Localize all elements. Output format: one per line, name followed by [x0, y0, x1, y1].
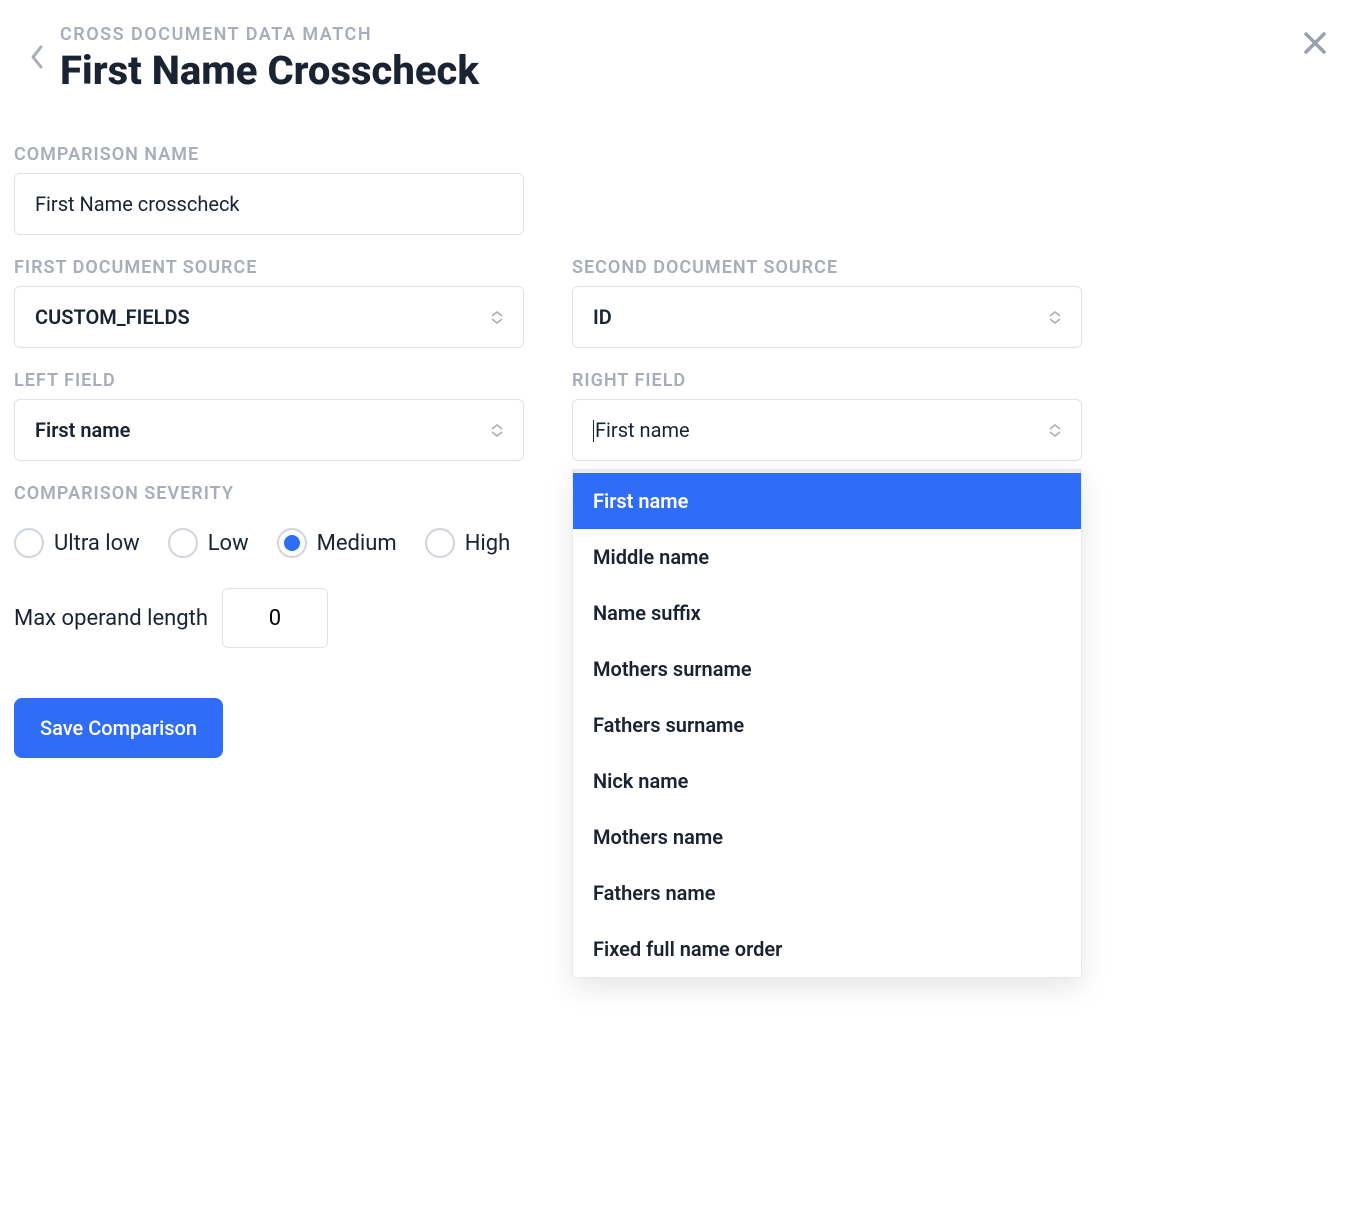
comparison-name-label: COMPARISON NAME — [14, 144, 524, 165]
first-doc-source-select[interactable]: CUSTOM_FIELDS — [14, 286, 524, 348]
right-field-dropdown[interactable]: First nameMiddle nameName suffixMothers … — [572, 469, 1082, 978]
radio-label: Medium — [317, 531, 397, 556]
radio-icon — [277, 528, 307, 558]
severity-option-high[interactable]: High — [425, 528, 511, 558]
left-field-label: LEFT FIELD — [14, 370, 524, 391]
severity-option-ultra-low[interactable]: Ultra low — [14, 528, 140, 558]
second-doc-source-select[interactable]: ID — [572, 286, 1082, 348]
dropdown-option[interactable]: First name — [573, 473, 1081, 529]
left-field-value: First name — [35, 418, 130, 442]
select-caret-icon — [1049, 311, 1061, 324]
right-field-value: First name — [593, 418, 690, 443]
dropdown-option[interactable]: Nick name — [573, 753, 1081, 809]
header-eyebrow: CROSS DOCUMENT DATA MATCH — [60, 24, 1296, 45]
max-operand-input[interactable] — [222, 588, 328, 648]
dropdown-option[interactable]: Name suffix — [573, 585, 1081, 641]
save-comparison-button[interactable]: Save Comparison — [14, 698, 223, 758]
radio-icon — [425, 528, 455, 558]
second-doc-source-value: ID — [593, 305, 612, 329]
first-doc-source-label: FIRST DOCUMENT SOURCE — [14, 257, 524, 278]
radio-label: Low — [208, 531, 249, 556]
page-title: First Name Crosscheck — [60, 47, 1296, 94]
radio-icon — [14, 528, 44, 558]
left-field-select[interactable]: First name — [14, 399, 524, 461]
second-doc-source-label: SECOND DOCUMENT SOURCE — [572, 257, 1082, 278]
select-caret-icon — [491, 424, 503, 437]
close-button[interactable] — [1296, 24, 1334, 66]
radio-label: Ultra low — [54, 531, 140, 556]
dropdown-option[interactable]: Middle name — [573, 529, 1081, 585]
radio-label: High — [465, 531, 511, 556]
dropdown-option[interactable]: Fathers name — [573, 865, 1081, 921]
radio-icon — [168, 528, 198, 558]
first-doc-source-value: CUSTOM_FIELDS — [35, 305, 190, 329]
select-caret-icon — [1049, 424, 1061, 437]
dropdown-option[interactable]: Fathers surname — [573, 697, 1081, 753]
select-caret-icon — [491, 311, 503, 324]
dropdown-option[interactable]: Mothers surname — [573, 641, 1081, 697]
max-operand-label: Max operand length — [14, 606, 208, 631]
chevron-left-icon — [29, 44, 45, 70]
close-icon — [1302, 30, 1328, 56]
dropdown-option[interactable]: Mothers name — [573, 809, 1081, 865]
back-button[interactable] — [14, 24, 60, 70]
comparison-name-input[interactable] — [14, 173, 524, 235]
right-field-label: RIGHT FIELD — [572, 370, 1082, 391]
dropdown-option[interactable]: Fixed full name order — [573, 921, 1081, 977]
right-field-select[interactable]: First name — [572, 399, 1082, 461]
severity-option-medium[interactable]: Medium — [277, 528, 397, 558]
severity-option-low[interactable]: Low — [168, 528, 249, 558]
